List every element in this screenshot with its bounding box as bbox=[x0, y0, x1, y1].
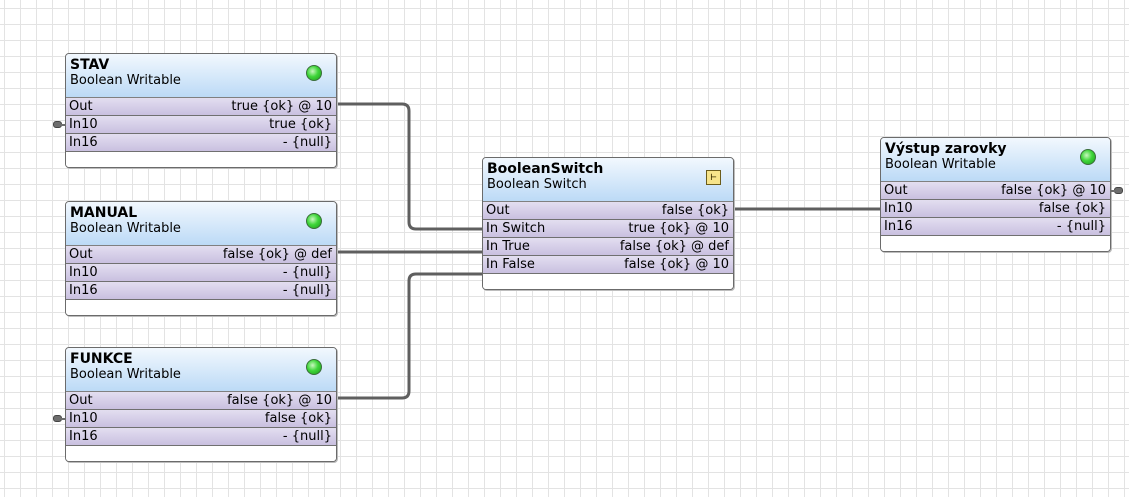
block-funkce[interactable]: FUNKCE Boolean Writable Out false {ok} @… bbox=[53, 347, 337, 462]
switch-icon: ⊢ bbox=[706, 170, 721, 185]
slot-out[interactable]: Out true {ok} @ 10 bbox=[66, 98, 336, 116]
green-status-dot-icon bbox=[306, 213, 322, 229]
block-vystup-zarovky[interactable]: Výstup zarovky Boolean Writable Out fals… bbox=[880, 137, 1123, 252]
block-header[interactable]: FUNKCE Boolean Writable bbox=[66, 348, 336, 392]
block-footer bbox=[483, 274, 733, 289]
slot-name: Out bbox=[884, 183, 908, 198]
output-pin-icon[interactable] bbox=[1110, 187, 1123, 194]
slot-value: false {ok} @ def bbox=[222, 247, 332, 262]
green-status-dot-icon bbox=[1080, 149, 1096, 165]
block-type-label: Boolean Writable bbox=[70, 221, 181, 236]
block-manual[interactable]: MANUAL Boolean Writable Out false {ok} @… bbox=[65, 201, 337, 316]
slot-value: false {ok} bbox=[1038, 201, 1106, 216]
slot-name: In16 bbox=[69, 429, 98, 444]
slot-value: false {ok} @ 10 bbox=[1001, 183, 1106, 198]
slot-value: - {null} bbox=[282, 429, 332, 444]
slot-name: Out bbox=[486, 203, 510, 218]
slot-in16[interactable]: In16 - {null} bbox=[881, 218, 1110, 236]
slot-name: Out bbox=[69, 99, 93, 114]
slot-in16[interactable]: In16 - {null} bbox=[66, 134, 336, 152]
slot-name: In10 bbox=[69, 265, 98, 280]
slot-name: In False bbox=[486, 257, 535, 272]
slot-out[interactable]: Out false {ok} @ 10 bbox=[881, 182, 1123, 200]
slot-value: - {null} bbox=[282, 283, 332, 298]
input-pin-icon[interactable] bbox=[53, 121, 66, 128]
block-footer bbox=[881, 236, 1110, 251]
input-pin-icon[interactable] bbox=[53, 415, 66, 422]
slot-name: Out bbox=[69, 393, 93, 408]
block-type-label: Boolean Writable bbox=[70, 367, 181, 382]
slot-in-switch[interactable]: In Switch true {ok} @ 10 bbox=[483, 220, 733, 238]
slot-name: In10 bbox=[884, 201, 913, 216]
slot-value: true {ok} bbox=[269, 117, 332, 132]
slot-name: In10 bbox=[69, 411, 98, 426]
block-title: Výstup zarovky bbox=[885, 141, 1007, 157]
slot-name: In Switch bbox=[486, 221, 546, 236]
slot-value: true {ok} @ 10 bbox=[231, 99, 332, 114]
block-header[interactable]: Výstup zarovky Boolean Writable bbox=[881, 138, 1110, 182]
block-footer bbox=[66, 300, 336, 315]
slot-out[interactable]: Out false {ok} @ def bbox=[66, 246, 336, 264]
link-funkce-out-to-switch-in-false[interactable] bbox=[336, 272, 482, 400]
slot-in10[interactable]: In10 false {ok} bbox=[881, 200, 1110, 218]
block-stav[interactable]: STAV Boolean Writable Out true {ok} @ 10… bbox=[53, 53, 337, 168]
link-stav-out-to-switch-in-switch[interactable] bbox=[336, 102, 482, 231]
slot-in-true[interactable]: In True false {ok} @ def bbox=[483, 238, 733, 256]
green-status-dot-icon bbox=[306, 65, 322, 81]
slot-in10[interactable]: In10 - {null} bbox=[66, 264, 336, 282]
slot-value: true {ok} @ 10 bbox=[628, 221, 729, 236]
slot-name: In16 bbox=[884, 219, 913, 234]
slot-value: false {ok} @ 10 bbox=[624, 257, 729, 272]
slot-value: - {null} bbox=[1056, 219, 1106, 234]
block-title: MANUAL bbox=[70, 205, 138, 221]
slot-name: In10 bbox=[69, 117, 98, 132]
green-status-dot-icon bbox=[306, 359, 322, 375]
slot-in16[interactable]: In16 - {null} bbox=[66, 428, 336, 446]
block-title: FUNKCE bbox=[70, 351, 133, 367]
block-type-label: Boolean Switch bbox=[487, 177, 587, 192]
slot-name: Out bbox=[69, 247, 93, 262]
slot-value: false {ok} @ def bbox=[619, 239, 729, 254]
slot-value: - {null} bbox=[282, 265, 332, 280]
block-title: BooleanSwitch bbox=[487, 161, 604, 177]
block-title: STAV bbox=[70, 57, 110, 73]
slot-name: In16 bbox=[69, 283, 98, 298]
block-boolean-switch[interactable]: BooleanSwitch Boolean Switch ⊢ Out false… bbox=[482, 157, 734, 290]
slot-name: In16 bbox=[69, 135, 98, 150]
slot-value: false {ok} bbox=[264, 411, 332, 426]
slot-out[interactable]: Out false {ok} bbox=[483, 202, 733, 220]
slot-value: false {ok} @ 10 bbox=[227, 393, 332, 408]
block-type-label: Boolean Writable bbox=[70, 73, 181, 88]
block-footer bbox=[66, 446, 336, 461]
slot-out[interactable]: Out false {ok} @ 10 bbox=[66, 392, 336, 410]
slot-value: false {ok} bbox=[661, 203, 729, 218]
slot-in16[interactable]: In16 - {null} bbox=[66, 282, 336, 300]
block-footer bbox=[66, 152, 336, 167]
slot-name: In True bbox=[486, 239, 530, 254]
block-header[interactable]: MANUAL Boolean Writable bbox=[66, 202, 336, 246]
block-header[interactable]: STAV Boolean Writable bbox=[66, 54, 336, 98]
slot-value: - {null} bbox=[282, 135, 332, 150]
slot-in10[interactable]: In10 false {ok} bbox=[53, 410, 336, 428]
slot-in-false[interactable]: In False false {ok} @ 10 bbox=[483, 256, 733, 274]
block-header[interactable]: BooleanSwitch Boolean Switch ⊢ bbox=[483, 158, 733, 202]
slot-in10[interactable]: In10 true {ok} bbox=[53, 116, 336, 134]
block-type-label: Boolean Writable bbox=[885, 157, 996, 172]
